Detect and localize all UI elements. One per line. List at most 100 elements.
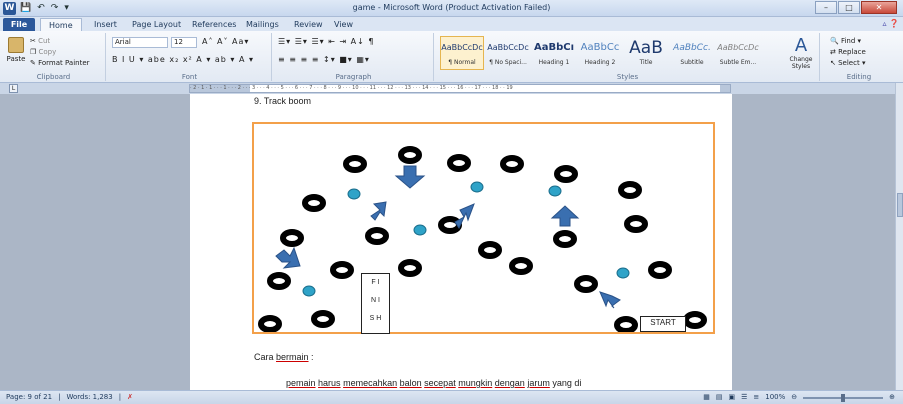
list-buttons[interactable]: ☰▾ ☰▾ ☰▾ ⇤ ⇥ A↓ ¶ — [278, 37, 375, 46]
scrollbar-thumb[interactable] — [897, 193, 903, 217]
print-layout-view-icon[interactable]: ▦ — [703, 391, 710, 404]
body-paragraph: pemain harus memecahkan balon secepat mu… — [286, 378, 581, 388]
font-size-buttons[interactable]: A˄ A˅ Aa▾ — [202, 37, 249, 46]
game-board — [258, 146, 707, 332]
select-label: Select — [838, 59, 860, 67]
tab-home[interactable]: Home — [40, 18, 82, 31]
help-icon[interactable]: ▵ ❓ — [882, 19, 899, 28]
title-bar: W 💾 ↶ ↷ ▾ game - Microsoft Word (Product… — [0, 0, 903, 17]
ring — [648, 261, 672, 279]
close-button[interactable]: ✕ — [861, 1, 897, 14]
format-painter-button[interactable]: ✎ Format Painter — [30, 58, 90, 69]
ring — [554, 165, 578, 183]
paste-icon — [8, 37, 24, 53]
zoom-out-icon[interactable]: ⊖ — [791, 391, 797, 404]
style-title[interactable]: AaB Title — [624, 36, 668, 70]
ring — [614, 316, 638, 332]
copy-label: Copy — [38, 48, 57, 56]
tab-mailings[interactable]: Mailings — [238, 18, 287, 31]
tab-review[interactable]: Review — [286, 18, 331, 31]
style-name: Heading 1 — [538, 59, 570, 66]
outline-view-icon[interactable]: ☰ — [741, 391, 747, 404]
game-board-frame[interactable]: F I N I S H START — [252, 122, 715, 334]
start-label: START — [650, 318, 676, 327]
tab-insert[interactable]: Insert — [86, 18, 125, 31]
group-label-editing: Editing — [846, 73, 872, 81]
tab-selector[interactable]: L — [9, 84, 18, 93]
editing-commands: 🔍 Find ▾ ⇄ Replace ↖ Select ▾ — [830, 36, 866, 69]
ring — [478, 241, 502, 259]
proofing-icon[interactable]: ✗ — [127, 391, 133, 404]
font-size-select[interactable]: 12 — [171, 37, 197, 48]
change-styles-button[interactable]: A Change Styles — [784, 36, 818, 71]
zoom-in-icon[interactable]: ⊕ — [889, 391, 895, 404]
tab-page-layout[interactable]: Page Layout — [124, 18, 189, 31]
zoom-slider-knob[interactable] — [841, 393, 846, 402]
style-name: Subtitle — [680, 59, 704, 66]
copy-icon: ❐ — [30, 48, 37, 56]
paste-button[interactable]: Paste — [6, 37, 26, 63]
maximize-button[interactable]: □ — [838, 1, 860, 14]
group-label-clipboard: Clipboard — [36, 73, 71, 81]
style-no-spacing[interactable]: AaBbCcDc ¶ No Spaci... — [486, 36, 530, 70]
style-subtitle[interactable]: AaBbCc. Subtitle — [670, 36, 714, 70]
alignment-buttons[interactable]: ≡ ≡ ≡ ≡ ↕▾ ■▾ ▦▾ — [278, 55, 370, 64]
style-normal[interactable]: AaBbCcDc ¶ Normal — [440, 36, 484, 70]
style-sample: AaB — [629, 38, 663, 58]
arrow-up-left-icon — [370, 201, 387, 221]
zoom-slider[interactable] — [803, 393, 884, 402]
select-button[interactable]: ↖ Select ▾ — [830, 58, 866, 69]
style-name: Title — [639, 59, 653, 66]
ring — [624, 215, 648, 233]
ring — [553, 230, 577, 248]
group-label-paragraph: Paragraph — [335, 73, 372, 81]
page-count[interactable]: Page: 9 of 21 — [6, 391, 52, 404]
tab-references[interactable]: References — [184, 18, 244, 31]
group-label-styles: Styles — [616, 73, 639, 81]
ring — [500, 155, 524, 173]
ring — [447, 154, 471, 172]
body-word: mungkin — [458, 378, 493, 388]
clipboard-commands: ✂ Cut ❐ Copy ✎ Format Painter — [30, 36, 90, 69]
scissors-icon: ✂ — [30, 37, 36, 45]
font-format-buttons[interactable]: B I U ▾ abe x₂ x² A ▾ ab ▾ A ▾ — [112, 55, 254, 64]
editing-group: 🔍 Find ▾ ⇄ Replace ↖ Select ▾ Editing — [822, 33, 896, 81]
full-screen-view-icon[interactable]: ▤ — [716, 391, 723, 404]
balloon — [302, 285, 316, 297]
style-heading-1[interactable]: AaBbCı Heading 1 — [532, 36, 576, 70]
vertical-scrollbar[interactable] — [895, 83, 903, 390]
status-divider: | — [118, 393, 122, 401]
horizontal-ruler[interactable]: · 2 · 1 · 1 · · · 1 · · · 2 · · · 3 · · … — [189, 84, 731, 93]
word-count[interactable]: Words: 1,283 — [66, 391, 112, 404]
ring — [302, 194, 326, 212]
style-sample: AaBbCcDc — [441, 43, 483, 52]
body-tail: yang di — [549, 378, 582, 388]
finish-letters: N I — [371, 297, 380, 304]
zoom-level[interactable]: 100% — [765, 391, 785, 404]
arrow-up-icon — [454, 203, 475, 230]
status-divider: | — [58, 393, 61, 401]
style-subtle-emphasis[interactable]: AaBbCcDc Subtle Em... — [716, 36, 760, 70]
cursor-icon: ↖ — [830, 59, 836, 67]
tab-view[interactable]: View — [326, 18, 361, 31]
style-heading-2[interactable]: AaBbCc Heading 2 — [578, 36, 622, 70]
replace-button[interactable]: ⇄ Replace — [830, 47, 866, 58]
paste-label: Paste — [6, 55, 26, 63]
body-word: memecahkan — [343, 378, 398, 388]
document-page[interactable]: 9. Track boom F I N I S H START Cara ber… — [190, 94, 732, 390]
copy-button[interactable]: ❐ Copy — [30, 47, 90, 58]
minimize-button[interactable]: – — [815, 1, 837, 14]
ring — [330, 261, 354, 279]
web-layout-view-icon[interactable]: ▣ — [728, 391, 735, 404]
arrow-up-left-icon — [599, 291, 621, 309]
balloon — [616, 267, 630, 279]
section-heading: 9. Track boom — [254, 96, 312, 106]
draft-view-icon[interactable]: ≡ — [753, 391, 759, 404]
ring — [280, 229, 304, 247]
cut-button[interactable]: ✂ Cut — [30, 36, 90, 47]
ruler-bar: L · 2 · 1 · 1 · · · 1 · · · 2 · · · 3 · … — [0, 83, 903, 94]
body-word: balon — [399, 378, 422, 388]
tab-file[interactable]: File — [3, 18, 35, 31]
font-name-select[interactable]: Arial — [112, 37, 168, 48]
find-button[interactable]: 🔍 Find ▾ — [830, 36, 866, 47]
